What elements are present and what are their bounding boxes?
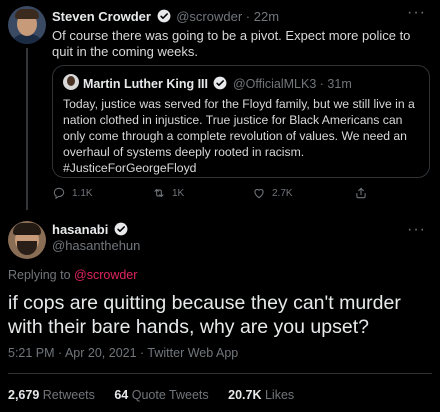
avatar-mlk3: [63, 74, 79, 90]
quote-tweets-label: Quote Tweets: [131, 388, 209, 402]
likes-label: Likes: [264, 388, 295, 402]
retweets-count: 2,679: [8, 388, 40, 402]
retweet-icon: [154, 188, 164, 198]
verified-badge-icon: [114, 222, 128, 236]
like-button[interactable]: 2.7K: [252, 186, 293, 200]
retweets-label: Retweets: [42, 388, 95, 402]
parent-tweet-time[interactable]: · 22m: [246, 9, 279, 24]
divider: [8, 373, 432, 374]
avatar-hasanabi[interactable]: [8, 221, 46, 259]
retweet-count: 1K: [172, 187, 185, 199]
tweet-timestamp[interactable]: 5:21 PM · Apr 20, 2021 · Twitter Web App: [8, 346, 238, 360]
likes-stat[interactable]: 20.7K Likes: [228, 388, 294, 402]
share-button[interactable]: [354, 186, 368, 200]
quoted-tweet-header: Martin Luther King III @OfficialMLK3 · 3…: [83, 76, 352, 91]
parent-tweet-actions: 1.1K 1K 2.7K: [52, 186, 422, 202]
parent-tweet-header: Steven Crowder @scrowder · 22m: [52, 9, 279, 24]
quote-tweets-stat[interactable]: 64 Quote Tweets: [114, 388, 208, 402]
quoted-author-name: Martin Luther King III: [83, 77, 208, 91]
quoted-tweet-text: Today, justice was served for the Floyd …: [63, 97, 415, 175]
retweet-button[interactable]: 1K: [152, 186, 184, 200]
verified-badge-icon: [157, 9, 171, 23]
main-author-name[interactable]: hasanabi: [52, 222, 108, 237]
main-author-handle[interactable]: @hasanthehun: [52, 238, 140, 253]
thread-line: [26, 48, 28, 210]
main-author-name-row: hasanabi: [52, 222, 130, 237]
quoted-tweet-time: · 31m: [319, 77, 352, 91]
share-icon: [356, 187, 366, 199]
replying-to-prefix: Replying to: [8, 268, 75, 282]
reply-count: 1.1K: [72, 187, 93, 199]
main-tweet-text: if cops are quitting because they can't …: [8, 292, 401, 338]
replying-to: Replying to @scrowder: [8, 268, 137, 282]
replying-to-mention[interactable]: @scrowder: [74, 268, 137, 282]
tweet-stats: 2,679 Retweets 64 Quote Tweets 20.7K Lik…: [8, 388, 310, 402]
parent-tweet-text: Of course there was going to be a pivot.…: [52, 28, 411, 59]
parent-author-name[interactable]: Steven Crowder: [52, 9, 151, 24]
quoted-author-handle: @OfficialMLK3: [232, 77, 317, 91]
reply-button[interactable]: 1.1K: [52, 186, 93, 200]
more-icon[interactable]: ···: [407, 4, 426, 22]
retweets-stat[interactable]: 2,679 Retweets: [8, 388, 95, 402]
likes-count: 20.7K: [228, 388, 262, 402]
avatar-steven-crowder[interactable]: [8, 6, 46, 44]
parent-tweet[interactable]: Steven Crowder @scrowder · 22m ··· Of co…: [0, 0, 440, 210]
quote-tweets-count: 64: [114, 388, 129, 402]
like-icon: [254, 189, 264, 199]
parent-author-handle[interactable]: @scrowder: [176, 9, 242, 24]
like-count: 2.7K: [272, 187, 293, 199]
reply-icon: [53, 187, 65, 200]
verified-badge-icon: [214, 76, 227, 90]
quoted-tweet[interactable]: Martin Luther King III @OfficialMLK3 · 3…: [52, 65, 430, 178]
more-icon[interactable]: ···: [407, 221, 426, 239]
